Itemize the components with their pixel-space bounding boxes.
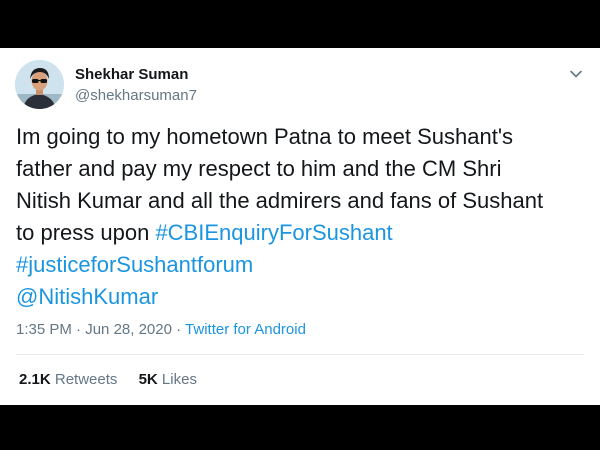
- tweet-text: Im going to my hometown Patna to meet Su…: [16, 121, 586, 313]
- tweet-text-line: Nitish Kumar and all the admirers and fa…: [16, 188, 544, 213]
- likes-count: 5K: [138, 371, 158, 388]
- tweet-stats: 2.1K Retweets 5K Likes: [19, 371, 214, 388]
- chevron-down-icon[interactable]: [568, 66, 584, 82]
- tweet-text-line: Im going to my hometown Patna to meet Su…: [16, 124, 514, 149]
- likes-stat[interactable]: 5K Likes: [139, 371, 197, 388]
- tweet-text-line: father and pay my respect to him and the…: [16, 156, 502, 181]
- tweet-text-line: to press upon: [16, 220, 156, 245]
- retweets-count: 2.1K: [19, 371, 51, 388]
- tweet-source-link[interactable]: Twitter for Android: [185, 321, 306, 338]
- retweets-label: Retweets: [54, 371, 118, 388]
- display-name[interactable]: Shekhar Suman: [75, 66, 188, 83]
- mention-nitishkumar[interactable]: @NitishKumar: [16, 284, 158, 309]
- avatar[interactable]: [15, 60, 64, 109]
- tweet-date[interactable]: Jun 28, 2020: [85, 321, 172, 338]
- hashtag-justiceforsushantforum[interactable]: #justiceforSushantforum: [16, 252, 253, 277]
- tweet-time[interactable]: 1:35 PM: [16, 321, 72, 338]
- user-handle[interactable]: @shekharsuman7: [75, 87, 197, 104]
- avatar-photo: [15, 60, 64, 109]
- hashtag-cbienquiryforsushant[interactable]: #CBIEnquiryForSushant: [155, 220, 392, 245]
- tweet-card: Shekhar Suman @shekharsuman7 Im going to…: [0, 48, 600, 405]
- meta-separator: ·: [171, 321, 186, 338]
- retweets-stat[interactable]: 2.1K Retweets: [19, 371, 117, 388]
- likes-label: Likes: [161, 371, 197, 388]
- meta-separator: ·: [71, 321, 86, 338]
- divider: [16, 354, 584, 355]
- tweet-meta: 1:35 PM · Jun 28, 2020 · Twitter for And…: [16, 321, 306, 338]
